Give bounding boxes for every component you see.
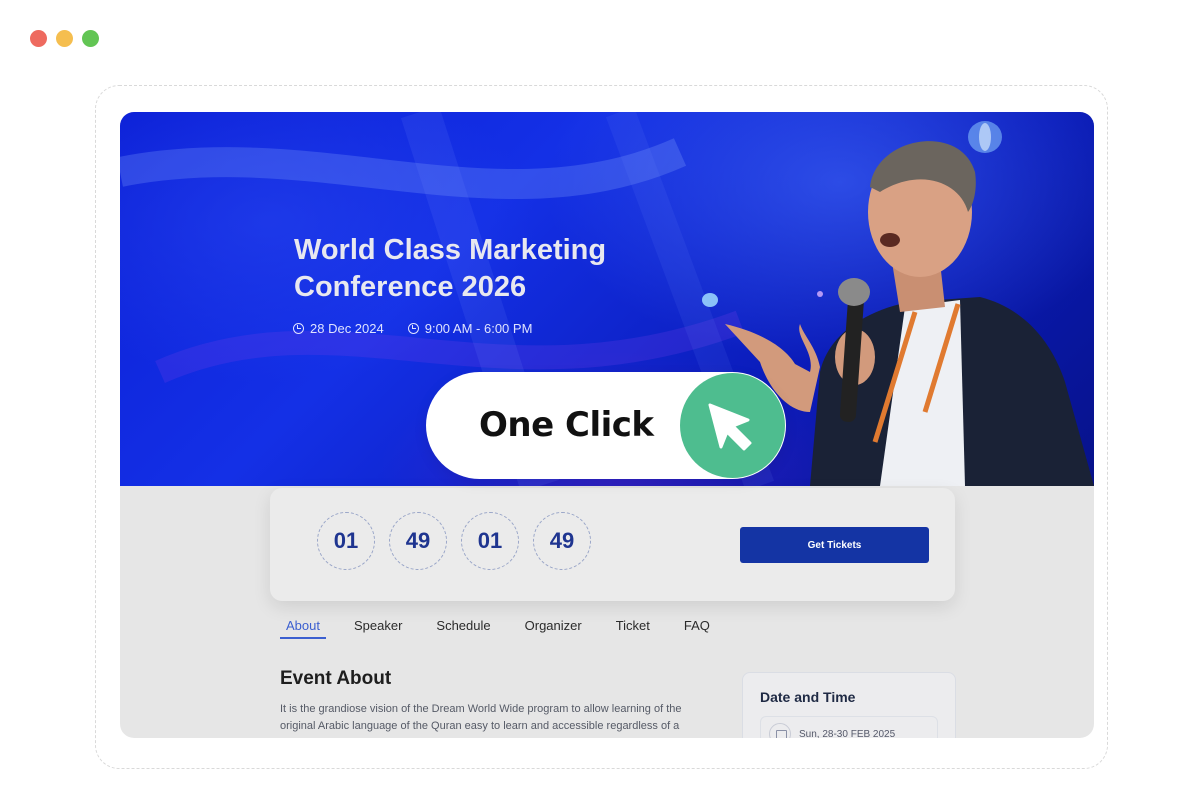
countdown-timer: 01 49 01 49 bbox=[317, 512, 591, 570]
event-meta: 28 Dec 2024 9:00 AM - 6:00 PM bbox=[293, 321, 532, 336]
tab-schedule[interactable]: Schedule bbox=[430, 618, 496, 639]
event-time: 9:00 AM - 6:00 PM bbox=[407, 321, 533, 336]
tab-faq[interactable]: FAQ bbox=[678, 618, 716, 639]
date-value: Sun, 28-30 FEB 2025 bbox=[799, 728, 896, 739]
event-date-text: 28 Dec 2024 bbox=[310, 321, 384, 336]
calendar-icon bbox=[769, 723, 791, 738]
cursor-button[interactable] bbox=[680, 373, 785, 478]
countdown-minutes: 01 bbox=[461, 512, 519, 570]
event-time-text: 9:00 AM - 6:00 PM bbox=[424, 321, 533, 336]
window-controls bbox=[30, 30, 99, 47]
get-tickets-button[interactable]: Get Tickets bbox=[740, 527, 929, 563]
tab-speaker[interactable]: Speaker bbox=[348, 618, 408, 639]
close-dot[interactable] bbox=[30, 30, 47, 47]
countdown-days: 01 bbox=[317, 512, 375, 570]
event-about-text: It is the grandiose vision of the Dream … bbox=[280, 703, 682, 732]
maximize-dot[interactable] bbox=[82, 30, 99, 47]
minimize-dot[interactable] bbox=[56, 30, 73, 47]
countdown-hours: 49 bbox=[389, 512, 447, 570]
event-tabs: About Speaker Schedule Organizer Ticket … bbox=[280, 618, 716, 639]
countdown-seconds: 49 bbox=[533, 512, 591, 570]
cursor-arrow-icon bbox=[708, 403, 752, 451]
event-date: 28 Dec 2024 bbox=[293, 321, 384, 336]
event-about-heading: Event About bbox=[280, 668, 392, 689]
date-time-heading: Date and Time bbox=[760, 689, 856, 705]
one-click-label: One Click bbox=[479, 405, 654, 445]
tab-about[interactable]: About bbox=[280, 618, 326, 639]
event-title: World Class Marketing Conference 2026 bbox=[294, 234, 607, 303]
clock-icon bbox=[293, 323, 304, 334]
date-time-card: Date and Time Sun, 28-30 FEB 2025 bbox=[742, 672, 956, 738]
one-click-badge[interactable]: One Click bbox=[426, 372, 786, 479]
tab-organizer[interactable]: Organizer bbox=[519, 618, 588, 639]
date-row: Sun, 28-30 FEB 2025 bbox=[760, 716, 938, 738]
clock-icon bbox=[407, 323, 419, 334]
tab-ticket[interactable]: Ticket bbox=[610, 618, 656, 639]
countdown-card: 01 49 01 49 Get Tickets bbox=[270, 488, 955, 601]
